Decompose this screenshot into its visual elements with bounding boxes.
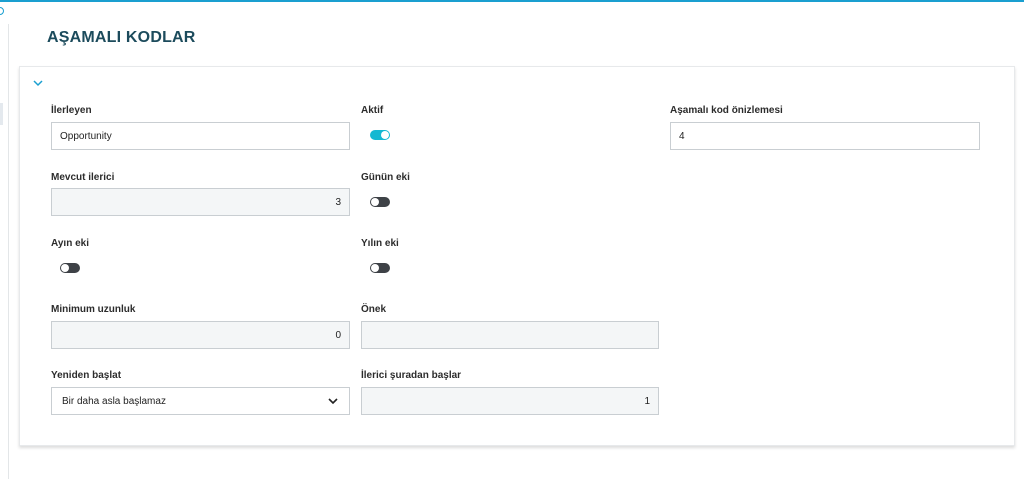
top-accent-line bbox=[0, 0, 1024, 2]
baslangic-label: İlerici şuradan başlar bbox=[361, 370, 462, 381]
mevcut-label: Mevcut ilerici bbox=[51, 172, 115, 183]
toggle-knob bbox=[371, 264, 379, 272]
yeniden-select[interactable]: Bir daha asla başlamaz bbox=[51, 387, 350, 415]
onizleme-value: 4 bbox=[679, 130, 685, 142]
minimum-field[interactable]: 0 bbox=[51, 321, 350, 349]
aktif-toggle[interactable] bbox=[370, 130, 390, 140]
nav-toggle-icon[interactable] bbox=[0, 7, 4, 15]
ilerleyen-value: Opportunity bbox=[60, 130, 112, 142]
form-card: İlerleyen Opportunity Aktif Aşamalı kod … bbox=[19, 66, 1015, 446]
onizleme-label: Aşamalı kod önizlemesi bbox=[670, 105, 783, 116]
yeniden-value: Bir daha asla başlamaz bbox=[62, 395, 166, 407]
toggle-knob bbox=[61, 264, 69, 272]
yilin-eki-label: Yılın eki bbox=[361, 238, 399, 249]
minimum-label: Minimum uzunluk bbox=[51, 304, 136, 315]
left-rail-marker bbox=[0, 103, 3, 125]
collapse-chevron-icon[interactable] bbox=[31, 76, 45, 88]
aktif-label: Aktif bbox=[361, 105, 384, 116]
ayin-eki-toggle[interactable] bbox=[60, 263, 80, 273]
minimum-value: 0 bbox=[335, 329, 341, 341]
ayin-eki-label: Ayın eki bbox=[51, 238, 89, 249]
onizleme-field[interactable]: 4 bbox=[670, 122, 980, 150]
ilerleyen-label: İlerleyen bbox=[51, 105, 92, 116]
baslangic-field[interactable]: 1 bbox=[361, 387, 659, 415]
mevcut-value: 3 bbox=[335, 196, 341, 208]
left-rail bbox=[8, 24, 9, 479]
onek-label: Önek bbox=[361, 304, 387, 315]
baslangic-value: 1 bbox=[644, 395, 650, 407]
chevron-down-icon bbox=[33, 80, 43, 87]
yilin-eki-toggle[interactable] bbox=[370, 263, 390, 273]
page-title: AŞAMALI KODLAR bbox=[47, 29, 196, 46]
chevron-down-icon bbox=[328, 398, 338, 405]
onek-field[interactable] bbox=[361, 321, 659, 349]
ilerleyen-field[interactable]: Opportunity bbox=[51, 122, 350, 150]
gunun-eki-toggle[interactable] bbox=[370, 197, 390, 207]
yeniden-label: Yeniden başlat bbox=[51, 370, 122, 381]
toggle-knob bbox=[381, 131, 389, 139]
toggle-knob bbox=[371, 198, 379, 206]
mevcut-field[interactable]: 3 bbox=[51, 188, 350, 216]
gunun-eki-label: Günün eki bbox=[361, 172, 410, 183]
